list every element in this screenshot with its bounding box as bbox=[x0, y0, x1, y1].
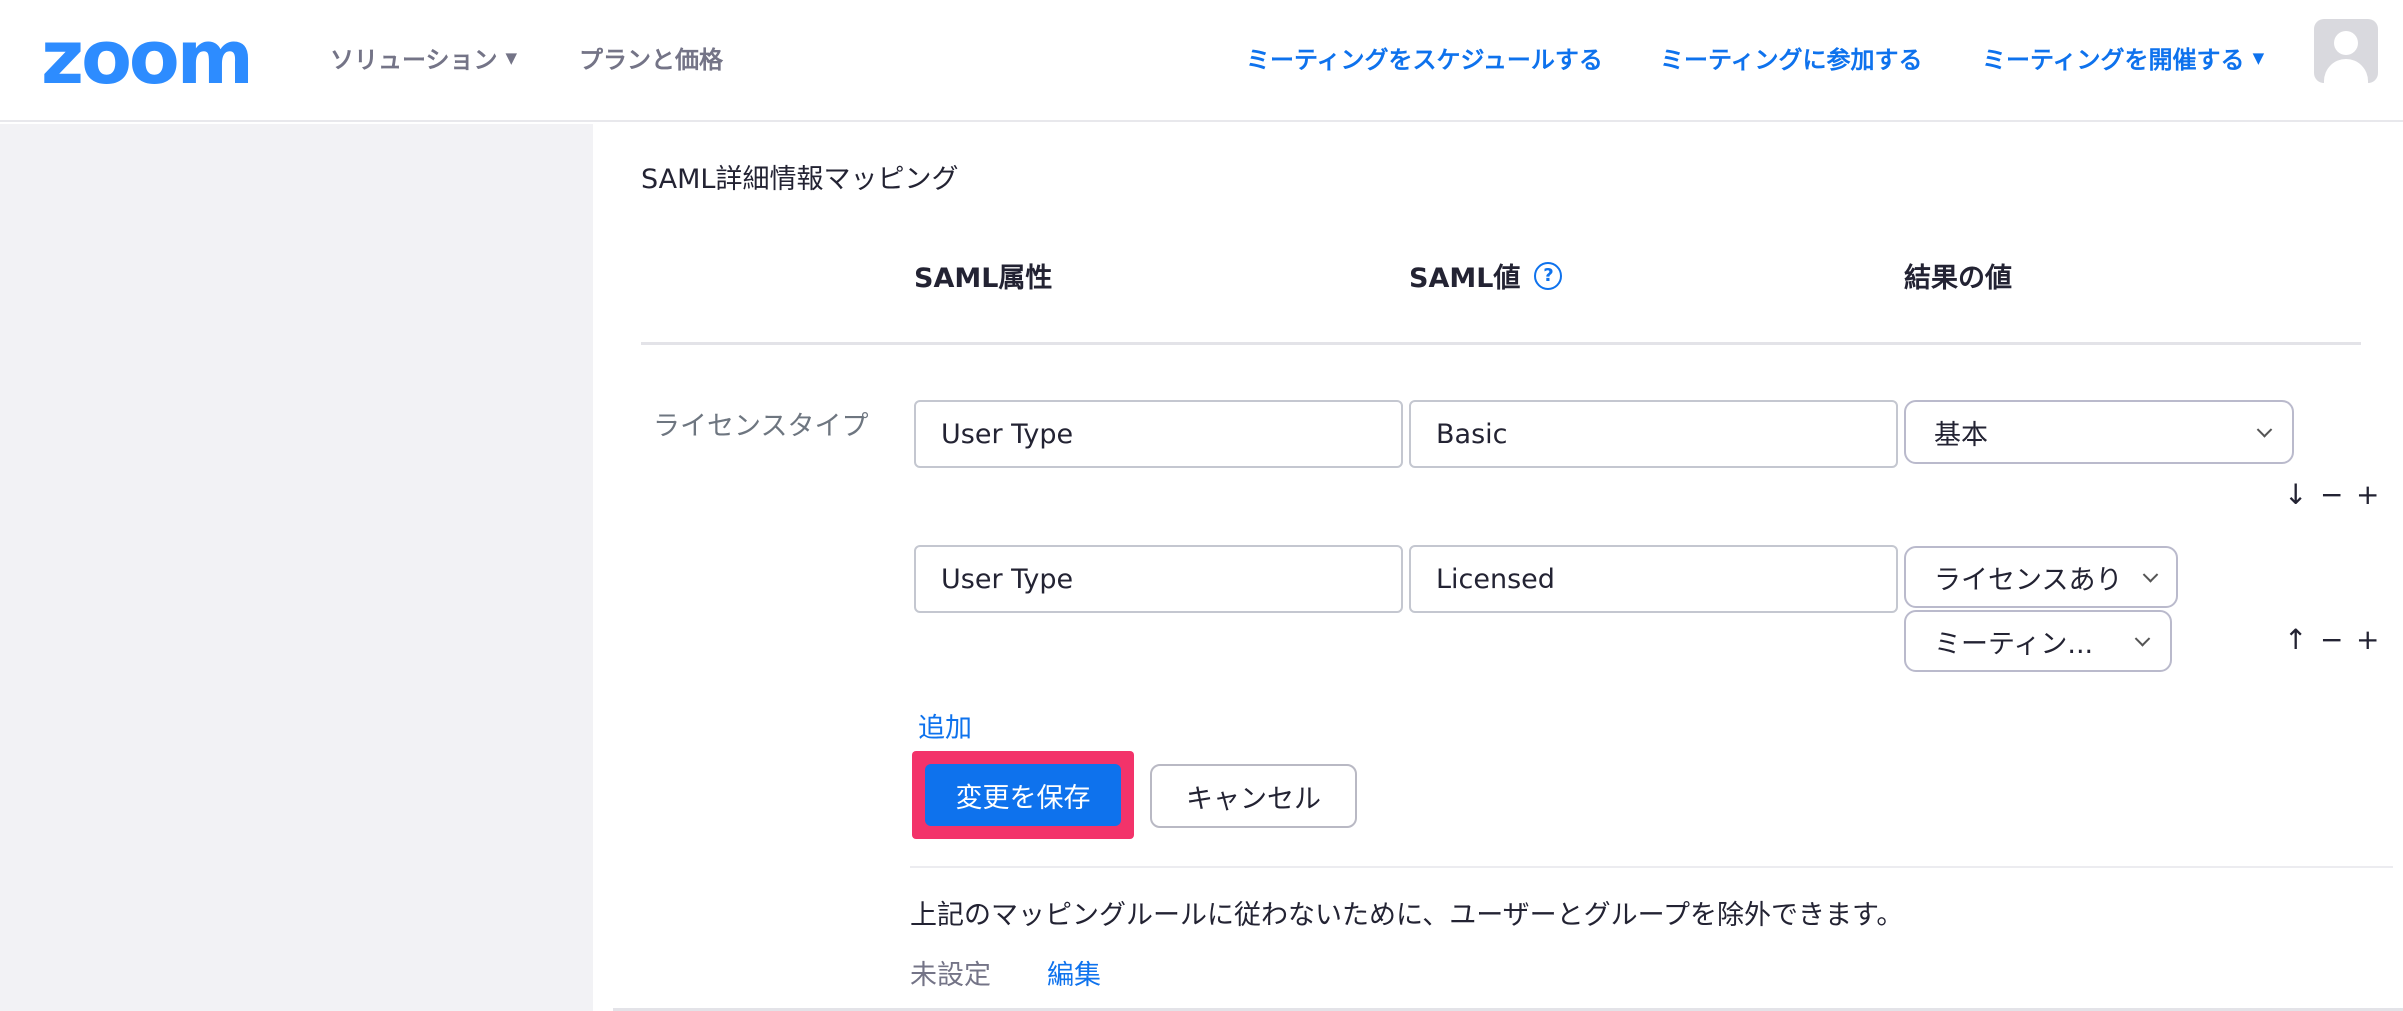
move-down-icon[interactable]: ↓ bbox=[2284, 478, 2307, 511]
add-mapping-link[interactable]: 追加 bbox=[918, 706, 972, 745]
saml-value-input-2[interactable]: Licensed bbox=[1409, 545, 1898, 613]
result-value-select-1[interactable]: 基本 bbox=[1904, 400, 2294, 464]
add-row-icon[interactable]: + bbox=[2356, 623, 2379, 656]
caret-down-icon: ▼ bbox=[2252, 48, 2265, 67]
save-changes-button[interactable]: 変更を保存 bbox=[925, 764, 1121, 826]
result-value-select-2-label: ライセンスあり bbox=[1934, 564, 2123, 596]
avatar-head-shape bbox=[2334, 31, 2358, 55]
remove-row-icon[interactable]: − bbox=[2320, 478, 2343, 511]
nav-solutions-menu[interactable]: ソリューション ▼ bbox=[330, 40, 517, 75]
column-header-saml-value: SAML値 ? bbox=[1409, 256, 1563, 295]
license-type-label: ライセンスタイプ bbox=[653, 411, 869, 442]
column-header-result-value: 結果の値 bbox=[1904, 256, 2012, 295]
saml-attribute-input-2[interactable]: User Type bbox=[914, 545, 1403, 613]
nav-host-meeting-label: ミーティングを開催する bbox=[1982, 46, 2245, 74]
result-value-secondary-select-2-label: ミーティン... bbox=[1934, 628, 2094, 660]
column-header-saml-attribute-label: SAML属性 bbox=[914, 263, 1053, 294]
result-value-select-1-label: 基本 bbox=[1934, 419, 1988, 451]
saml-attribute-input-1[interactable]: User Type bbox=[914, 400, 1403, 468]
result-value-select-2[interactable]: ライセンスあり bbox=[1904, 546, 2178, 608]
section-divider bbox=[910, 866, 2393, 868]
nav-schedule-meeting-link[interactable]: ミーティングをスケジュールする bbox=[1246, 40, 1603, 75]
zoom-logo[interactable]: zoom bbox=[41, 20, 254, 96]
section-title: SAML詳細情報マッピング bbox=[641, 164, 959, 195]
chevron-down-icon bbox=[2142, 567, 2159, 583]
column-header-saml-value-label: SAML値 bbox=[1409, 263, 1521, 294]
nav-solutions-label: ソリューション bbox=[330, 46, 498, 74]
nav-plans-pricing-link[interactable]: プランと価格 bbox=[579, 40, 723, 75]
chevron-down-icon bbox=[2256, 422, 2273, 438]
remove-row-icon[interactable]: − bbox=[2320, 623, 2343, 656]
avatar-body-shape bbox=[2324, 59, 2368, 83]
chevron-down-icon bbox=[2134, 631, 2151, 647]
help-question-icon[interactable]: ? bbox=[1534, 261, 1563, 290]
nav-schedule-meeting-label: ミーティングをスケジュールする bbox=[1246, 46, 1603, 74]
result-value-secondary-select-2[interactable]: ミーティン... bbox=[1904, 610, 2172, 672]
column-header-result-value-label: 結果の値 bbox=[1904, 263, 2012, 294]
nav-host-meeting-menu[interactable]: ミーティングを開催する ▼ bbox=[1982, 40, 2264, 75]
cancel-button[interactable]: キャンセル bbox=[1150, 764, 1357, 828]
edit-exclusion-link[interactable]: 編集 bbox=[1047, 953, 1101, 992]
row-controls-2: ↑ − + bbox=[2284, 623, 2379, 656]
header-divider bbox=[641, 342, 2361, 345]
exclusion-status: 未設定 bbox=[910, 960, 991, 991]
nav-plans-pricing-label: プランと価格 bbox=[579, 46, 723, 74]
left-sidebar bbox=[0, 124, 593, 1011]
nav-join-meeting-label: ミーティングに参加する bbox=[1660, 46, 1923, 74]
user-avatar-icon[interactable] bbox=[2314, 19, 2378, 83]
exclusion-note: 上記のマッピングルールに従わないために、ユーザーとグループを除外できます。 bbox=[910, 900, 1904, 931]
row-controls-1: ↓ − + bbox=[2284, 478, 2379, 511]
saml-value-input-1[interactable]: Basic bbox=[1409, 400, 1898, 468]
top-navigation-bar: zoom ソリューション ▼ プランと価格 ミーティングをスケジュールする ミー… bbox=[0, 0, 2403, 122]
move-up-icon[interactable]: ↑ bbox=[2284, 623, 2307, 656]
add-row-icon[interactable]: + bbox=[2356, 478, 2379, 511]
nav-join-meeting-link[interactable]: ミーティングに参加する bbox=[1660, 40, 1923, 75]
caret-down-icon: ▼ bbox=[505, 48, 518, 67]
column-header-saml-attribute: SAML属性 bbox=[914, 256, 1052, 295]
